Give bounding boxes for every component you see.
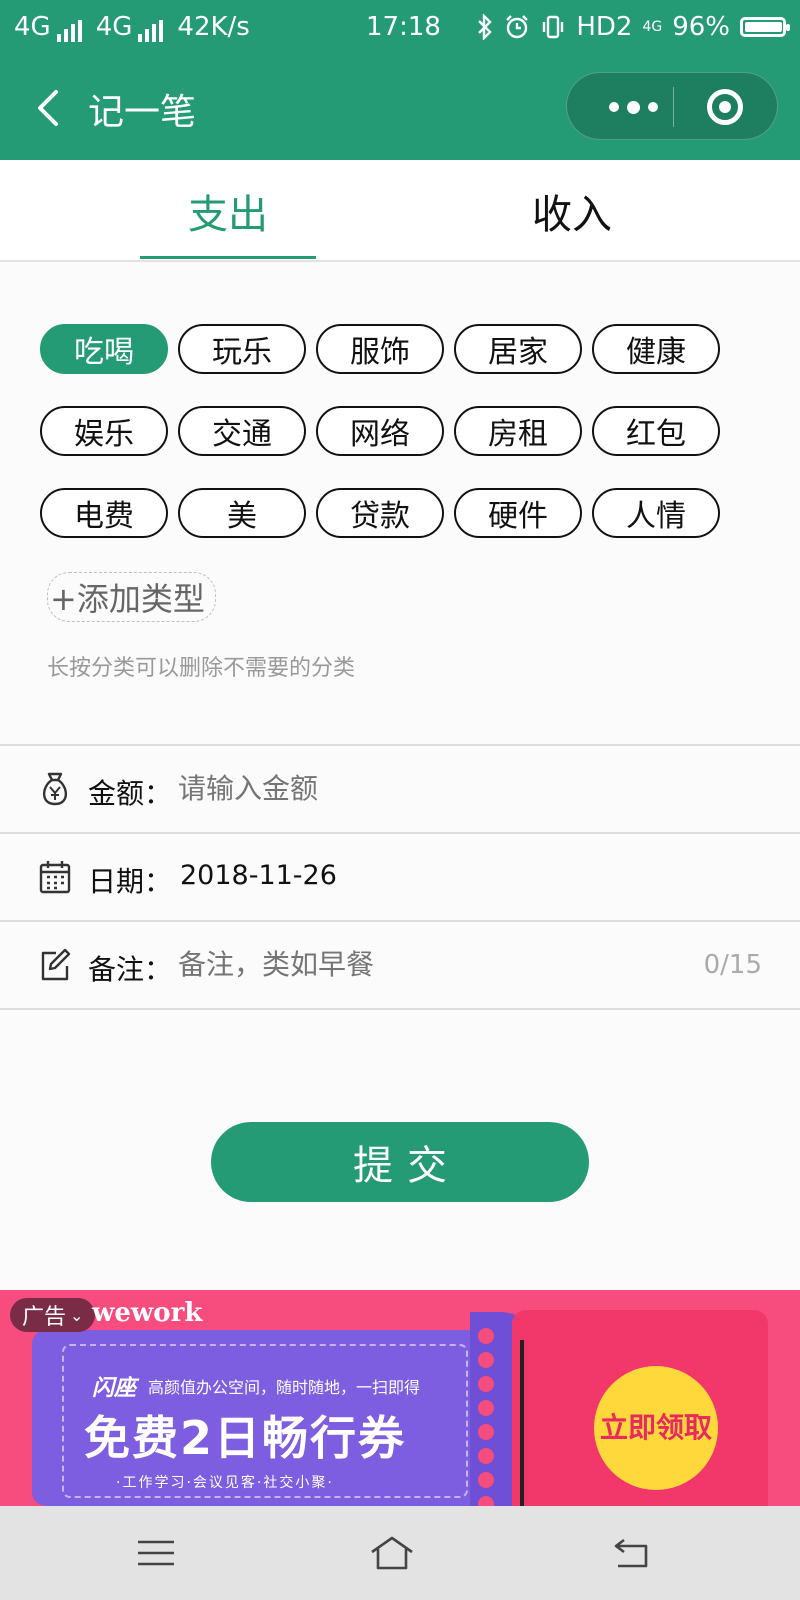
date-label: 日期：	[88, 865, 173, 898]
category-chip[interactable]: 贷款	[316, 488, 444, 538]
ad-badge-label: 广告	[22, 1305, 67, 1330]
type-tabs: 支出 收入	[0, 160, 800, 262]
page-title: 记一笔	[88, 92, 197, 133]
alarm-icon	[506, 15, 529, 39]
ad-banner[interactable]: 广告 ⌄ wework 闪座 高颜值办公空间，随时随地，一扫即得 免费2日畅行券 …	[0, 1290, 800, 1506]
back-icon[interactable]	[30, 86, 70, 130]
date-value[interactable]: 2018-11-26	[180, 860, 337, 891]
menu-icon[interactable]	[132, 1532, 180, 1574]
battery-icon	[740, 17, 790, 37]
network-speed: 42K/s	[177, 12, 250, 42]
ad-brand-cn: 闪座	[92, 1376, 137, 1401]
tab-indicator	[140, 256, 316, 259]
note-counter: 0/15	[703, 950, 762, 980]
nav-bar: 记一笔	[0, 56, 800, 160]
note-input[interactable]	[178, 948, 658, 981]
target-icon[interactable]	[693, 73, 757, 141]
clock: 17:18	[366, 12, 441, 42]
category-hint: 长按分类可以删除不需要的分类	[47, 656, 356, 681]
signal-bars-icon	[138, 20, 164, 42]
date-row[interactable]: 日期： 2018-11-26	[0, 834, 800, 920]
edit-icon	[41, 948, 71, 981]
category-chip[interactable]: 网络	[316, 406, 444, 456]
category-chip[interactable]: 房租	[454, 406, 582, 456]
ad-brand: wework	[92, 1298, 203, 1328]
ad-ticket-edge	[520, 1340, 524, 1506]
ad-headline: 免费2日畅行券	[84, 1411, 407, 1465]
calendar-icon	[39, 861, 71, 894]
ad-tagline: 高颜值办公空间，随时随地，一扫即得	[148, 1378, 421, 1397]
category-chip[interactable]: 交通	[178, 406, 306, 456]
tab-expense[interactable]: 支出	[188, 182, 268, 240]
back-nav-icon[interactable]	[608, 1532, 656, 1574]
network-type-1: 4G	[14, 12, 51, 42]
signal-1: 4G	[14, 12, 82, 42]
amount-row: 金额：	[0, 746, 800, 832]
category-grid: 吃喝 玩乐 服饰 居家 健康 娱乐 交通 网络 房租 红包 电费 美 贷款 硬件…	[40, 324, 740, 538]
category-chip[interactable]: 硬件	[454, 488, 582, 538]
signal-2: 4G	[96, 12, 164, 42]
network-small: 4G	[642, 19, 663, 35]
category-chip[interactable]: 吃喝	[40, 324, 168, 374]
category-chip[interactable]: 红包	[592, 406, 720, 456]
category-chip[interactable]: 居家	[454, 324, 582, 374]
amount-input[interactable]	[178, 772, 658, 805]
category-chip[interactable]: 电费	[40, 488, 168, 538]
category-chip[interactable]: 健康	[592, 324, 720, 374]
category-chip[interactable]: 娱乐	[40, 406, 168, 456]
system-nav-bar	[0, 1506, 800, 1600]
hd-indicator: HD2	[576, 12, 633, 42]
category-chip[interactable]: 玩乐	[178, 324, 306, 374]
amount-label: 金额：	[88, 777, 173, 810]
status-bar: 4G 4G 42K/s 17:18 HD2 4G 96%	[0, 0, 800, 56]
capsule-divider	[673, 87, 674, 127]
money-bag-icon	[42, 772, 68, 806]
ad-ticket-perforation	[478, 1328, 494, 1506]
network-type-2: 4G	[95, 12, 133, 42]
ad-cta-button[interactable]: 立即领取	[594, 1366, 718, 1490]
signal-bars-icon	[56, 20, 82, 42]
vibrate-icon	[543, 15, 564, 39]
ad-subline: ·工作学习·会议见客·社交小聚·	[116, 1475, 334, 1491]
category-chip[interactable]: 美	[178, 488, 306, 538]
ad-badge[interactable]: 广告 ⌄	[10, 1298, 96, 1332]
home-icon[interactable]	[368, 1532, 416, 1574]
chevron-down-icon: ⌄	[70, 1305, 84, 1325]
battery-percent: 96%	[672, 12, 730, 42]
add-category-button[interactable]: +添加类型	[47, 572, 216, 622]
category-chip[interactable]: 服饰	[316, 324, 444, 374]
divider	[0, 1008, 800, 1010]
note-row: 备注： 0/15	[0, 922, 800, 1008]
submit-button[interactable]: 提交	[211, 1122, 589, 1202]
bluetooth-icon	[478, 14, 493, 40]
more-dots-icon[interactable]	[593, 73, 673, 141]
tab-income[interactable]: 收入	[532, 182, 612, 240]
category-chip[interactable]: 人情	[592, 488, 720, 538]
note-label: 备注：	[88, 953, 173, 986]
miniprogram-capsule	[566, 72, 778, 140]
